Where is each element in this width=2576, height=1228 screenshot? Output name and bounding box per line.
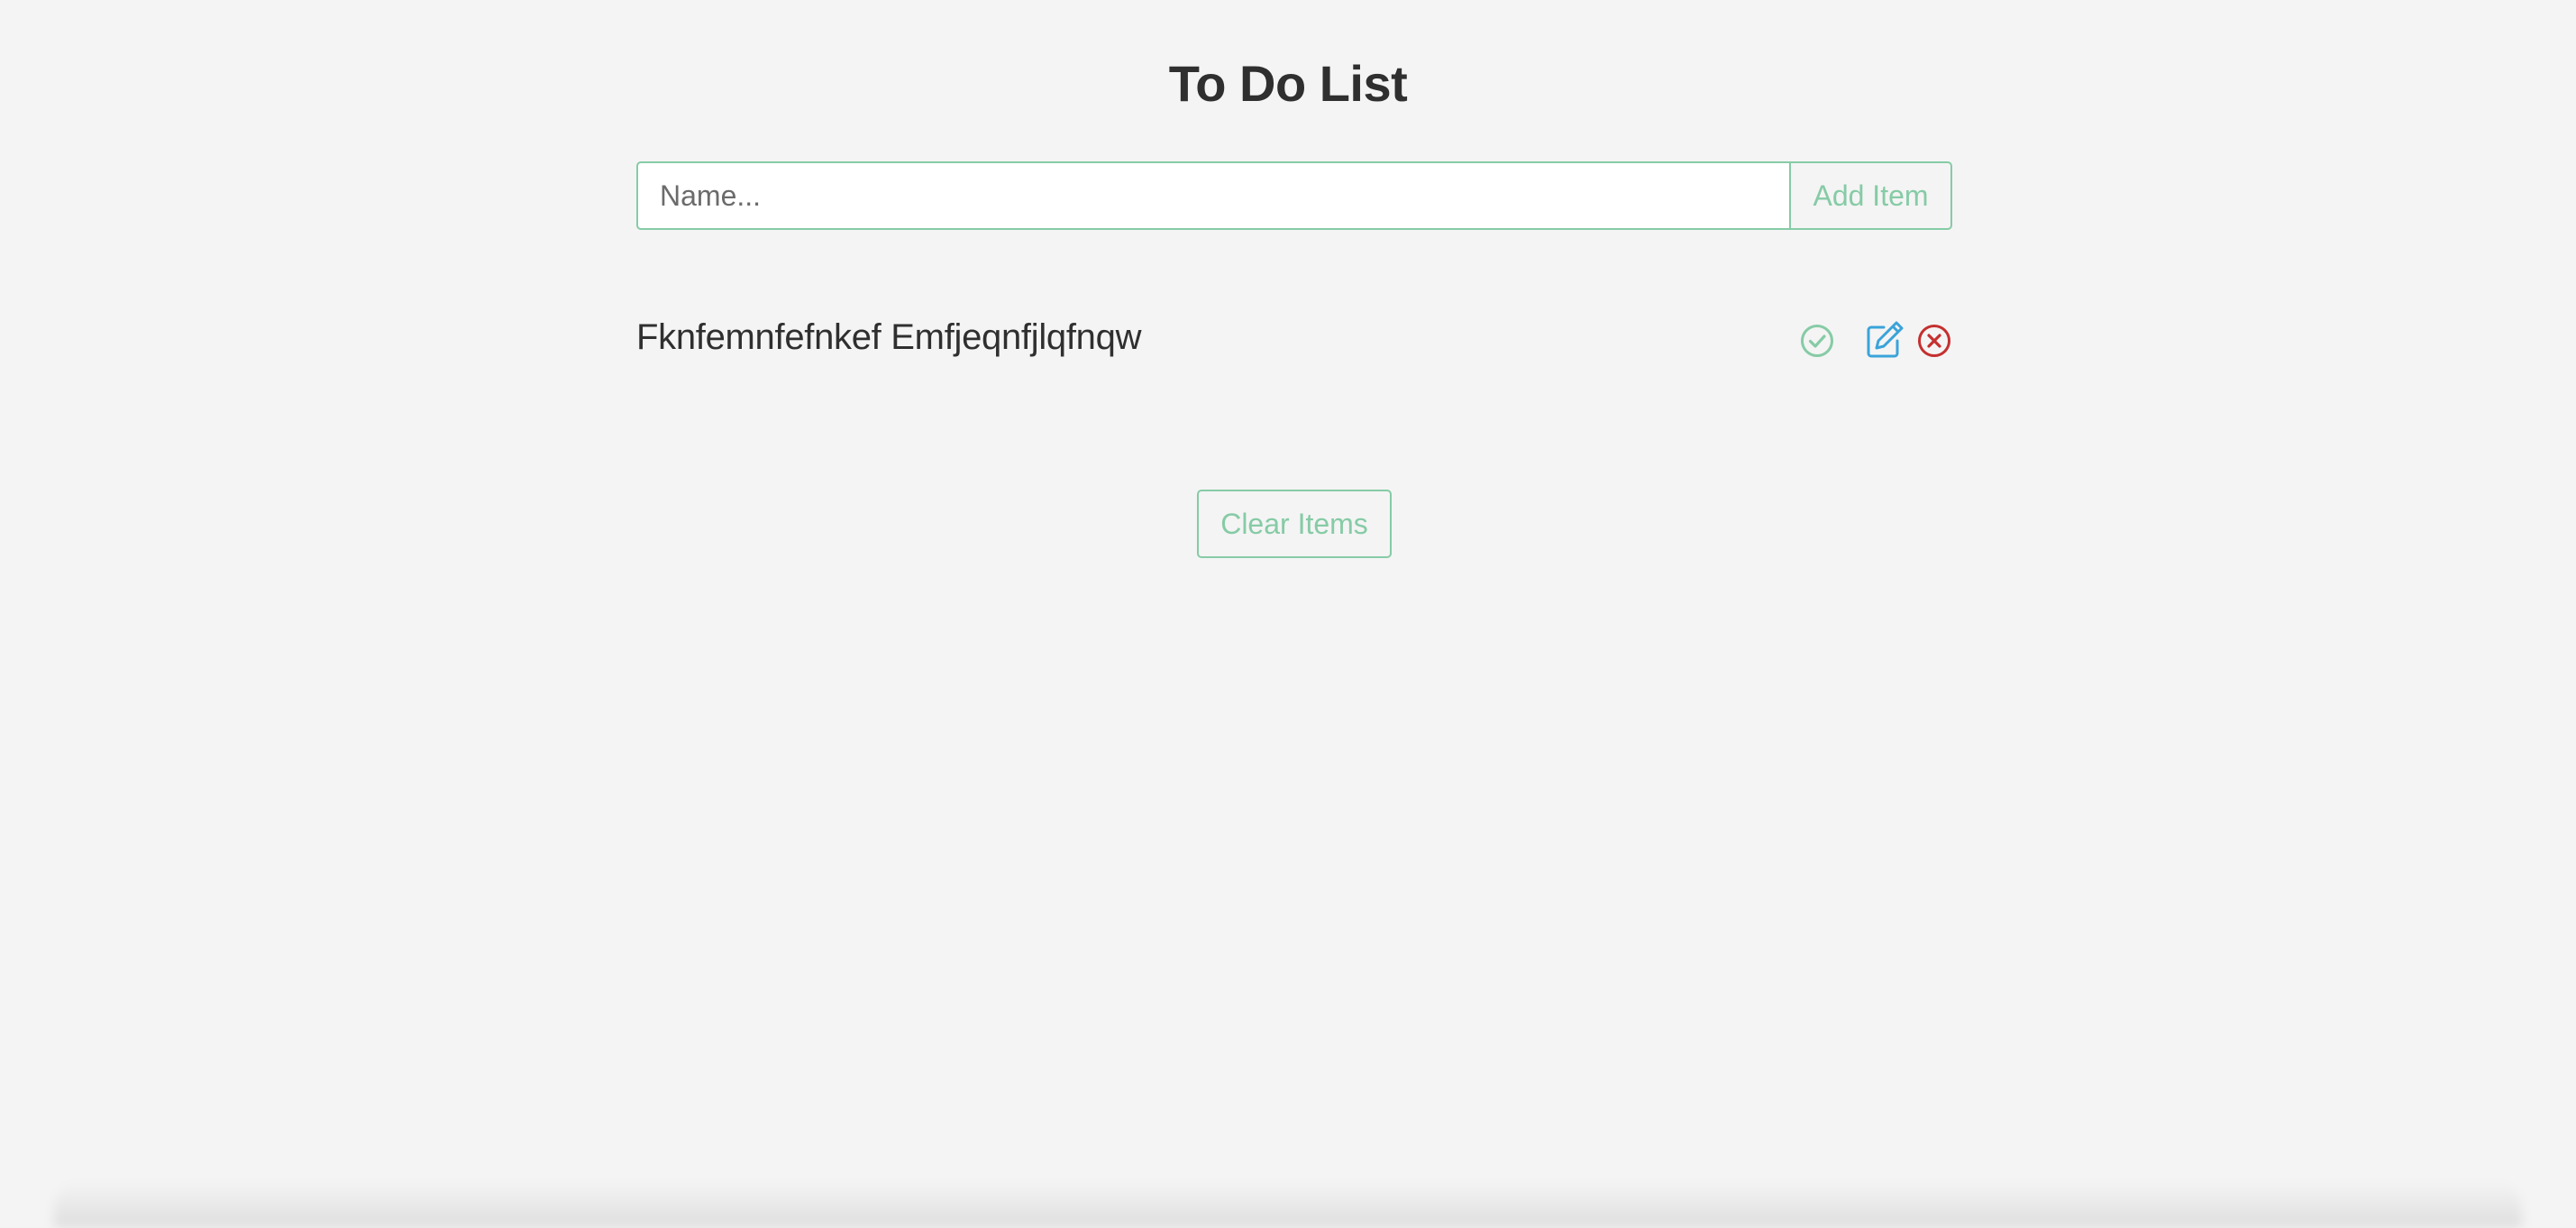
add-item-form: Add Item — [636, 161, 1952, 230]
edit-icon[interactable] — [1864, 319, 1905, 361]
clear-items-button[interactable]: Clear Items — [1197, 490, 1392, 558]
list-item: Fknfemnfefnkef Emfjeqnfjlqfnqw — [636, 307, 1952, 375]
add-item-button[interactable]: Add Item — [1790, 161, 1952, 230]
check-circle-icon[interactable] — [1799, 323, 1835, 359]
bottom-shadow — [54, 1181, 2522, 1228]
x-circle-icon[interactable] — [1916, 323, 1952, 359]
page-title: To Do List — [1168, 55, 1408, 112]
list-item-text: Fknfemnfefnkef Emfjeqnfjlqfnqw — [636, 317, 1142, 357]
name-input[interactable] — [636, 161, 1790, 230]
